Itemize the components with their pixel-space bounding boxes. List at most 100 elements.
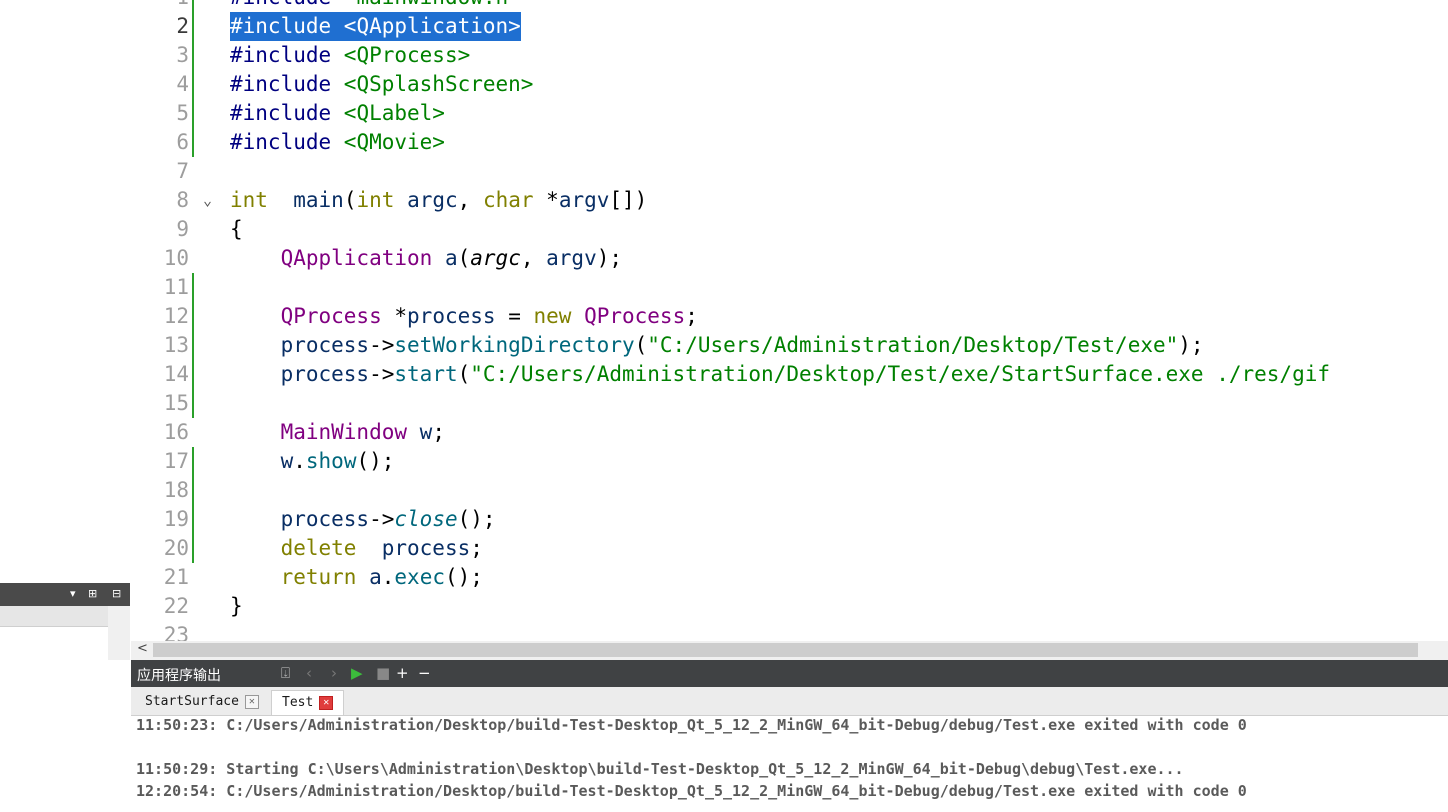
code-line[interactable]: 14 process->start("C:/Users/Administrati… [131,360,1448,389]
code-line[interactable]: 13 process->setWorkingDirectory("C:/User… [131,331,1448,360]
code-line[interactable]: 17 w.show(); [131,447,1448,476]
close-tab-icon[interactable]: ✕ [319,695,334,710]
code-line[interactable]: 4 #include <QSplashScreen> [131,70,1448,99]
code-text: process->close(); [280,507,496,531]
attach-icon[interactable]: ⍗ [281,664,290,682]
output-pane-title: 应用程序输出 [137,668,221,684]
line-number: 3 [176,43,189,67]
code-text: #include <QApplication> [230,12,521,41]
change-marker [192,41,194,70]
change-marker [192,505,194,534]
code-line[interactable]: 21 return a.exec(); [131,563,1448,592]
code-text: return a.exec(); [280,565,483,589]
code-line[interactable]: 9{ [131,215,1448,244]
code-text: #include <QProcess> [230,43,471,67]
line-number: 2 [176,14,189,38]
left-pane-header [0,606,108,627]
change-marker [192,447,194,476]
editor-horizontal-scrollbar[interactable]: < [131,641,1448,660]
application-output[interactable]: 11:50:23: C:/Users/Administration/Deskto… [131,716,1448,812]
line-number: 12 [163,304,189,328]
change-marker [192,99,194,128]
close-pane-icon[interactable]: ⊟ [112,587,121,600]
code-line[interactable]: 15 [131,389,1448,418]
change-marker [192,302,194,331]
line-number: 7 [176,159,189,183]
output-line: 11:50:29: Starting C:\Users\Administrati… [136,760,1184,778]
code-line[interactable]: 8 ⌄ int main(int argc, char *argv[]) [131,186,1448,215]
next-icon[interactable]: › [331,664,337,682]
line-number: 15 [163,391,189,415]
line-number: 1 [131,0,189,12]
code-line[interactable]: 1 #include "mainwindow.h" [131,0,1448,12]
scroll-left-icon[interactable]: < [137,641,148,656]
code-text: w.show(); [280,449,395,473]
change-marker [192,360,194,389]
line-number: 6 [176,130,189,154]
code-text: delete process; [280,536,483,560]
code-line[interactable]: 23 [131,621,1448,641]
output-pane-toolbar: 应用程序输出 ⍗ ‹ › ▶ ■ + − [131,660,1448,687]
line-number: 18 [163,478,189,502]
code-text: MainWindow w; [280,420,445,444]
code-text: process->start("C:/Users/Administration/… [280,362,1330,386]
output-line: 12:20:54: C:/Users/Administration/Deskto… [136,782,1247,800]
code-text: #include "mainwindow.h" [230,0,521,12]
code-text: { [230,217,243,241]
left-side-panel [0,0,132,660]
line-number: 17 [163,449,189,473]
left-pane-scrollbar[interactable] [108,606,130,660]
code-line[interactable]: 12 QProcess *process = new QProcess; [131,302,1448,331]
line-number: 8 [176,188,189,212]
tab-test[interactable]: Test ✕ [271,690,345,715]
code-line[interactable]: 22} [131,592,1448,621]
change-marker [192,12,194,41]
code-text: #include <QLabel> [230,101,445,125]
code-text: } [230,594,243,618]
fold-icon[interactable]: ⌄ [203,186,212,215]
code-text: int main(int argc, char *argv[]) [230,188,648,212]
code-line[interactable]: 2 #include <QApplication> [131,12,1448,41]
code-line[interactable]: 3 #include <QProcess> [131,41,1448,70]
scrollbar-thumb[interactable] [153,643,1418,657]
change-marker [192,128,194,157]
dropdown-icon[interactable]: ▾ [70,587,76,600]
code-text: QProcess *process = new QProcess; [280,304,698,328]
change-marker [192,273,194,302]
code-line[interactable]: 18 [131,476,1448,505]
close-tab-icon[interactable]: ✕ [244,694,259,709]
code-text: #include <QMovie> [230,130,445,154]
plus-icon[interactable]: + [396,664,409,682]
line-number: 10 [163,246,189,270]
stop-icon[interactable]: ■ [376,664,390,682]
code-line[interactable]: 16 MainWindow w; [131,418,1448,447]
line-number: 5 [176,101,189,125]
tab-label: Test [282,695,314,710]
line-number: 22 [163,594,189,618]
run-icon[interactable]: ▶ [351,664,363,682]
change-marker [192,389,194,418]
change-marker [192,70,194,99]
change-marker [192,534,194,563]
prev-icon[interactable]: ‹ [306,664,312,682]
output-line: 11:50:23: C:/Users/Administration/Deskto… [136,716,1247,734]
code-line[interactable]: 6 #include <QMovie> [131,128,1448,157]
code-text: QApplication a(argc, argv); [280,246,623,270]
code-line[interactable]: 20 delete process; [131,534,1448,563]
left-pane-toolbar: ▾ ⊞ ⊟ [0,583,130,606]
tab-label: StartSurface [145,694,239,709]
code-editor[interactable]: 1 #include "mainwindow.h" 2 #include <QAppl… [131,0,1448,641]
code-line[interactable]: 10 QApplication a(argc, argv); [131,244,1448,273]
code-line[interactable]: 19 process->close(); [131,505,1448,534]
line-number: 19 [163,507,189,531]
code-line[interactable]: 11 [131,273,1448,302]
code-line[interactable]: 7 [131,157,1448,186]
line-number: 14 [163,362,189,386]
code-text: process->setWorkingDirectory("C:/Users/A… [280,333,1204,357]
code-text: #include <QSplashScreen> [230,72,534,96]
change-marker [192,331,194,360]
minus-icon[interactable]: − [418,664,431,682]
tab-startsurface[interactable]: StartSurface ✕ [135,690,269,714]
code-line[interactable]: 5 #include <QLabel> [131,99,1448,128]
split-icon[interactable]: ⊞ [88,587,97,600]
